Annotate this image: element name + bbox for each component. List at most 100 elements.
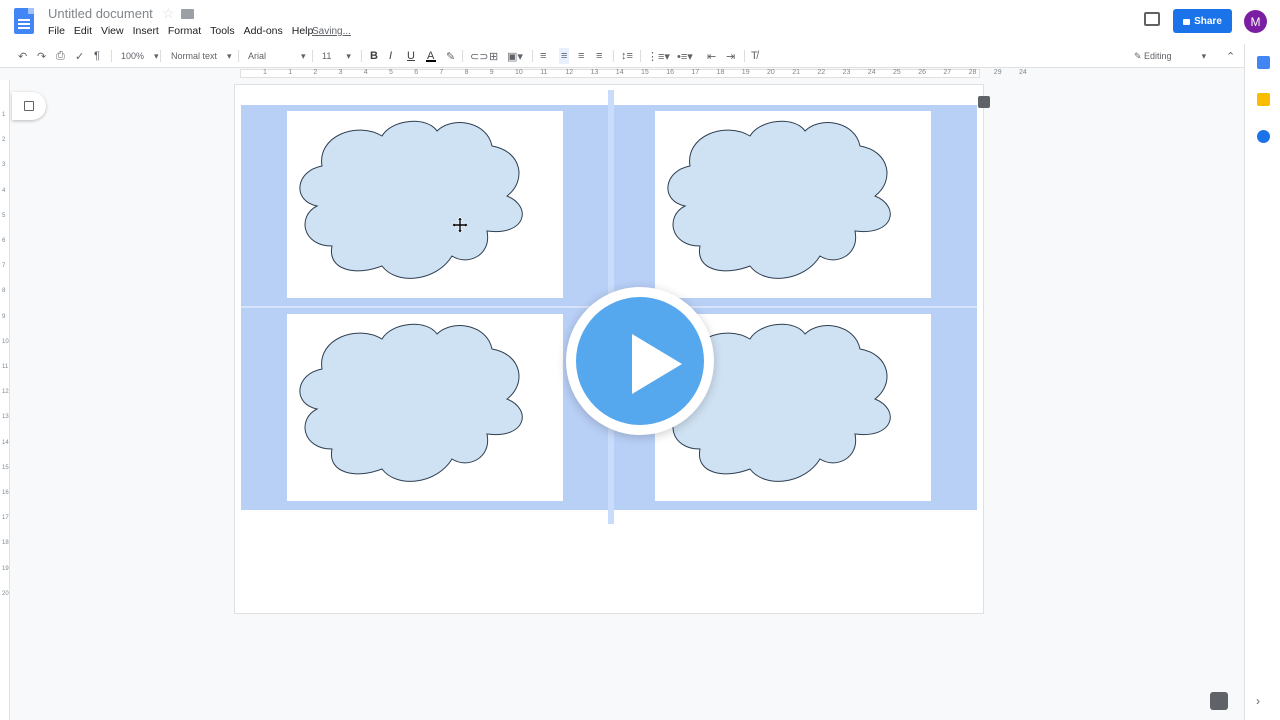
menu-edit[interactable]: Edit	[74, 25, 92, 37]
zoom-select[interactable]: 100% ▾	[121, 48, 159, 64]
ruler-tick-label: 16	[2, 490, 9, 496]
menu-view[interactable]: View	[101, 25, 124, 37]
link-icon[interactable]: ⊂⊃	[470, 48, 488, 64]
keep-icon[interactable]	[1257, 93, 1270, 106]
italic-button[interactable]: I	[389, 48, 392, 64]
docs-logo-icon[interactable]	[14, 8, 34, 34]
line-spacing-icon[interactable]: ↕≡	[621, 48, 633, 64]
ruler-tick-label: 4	[2, 187, 6, 194]
document-outline-button[interactable]	[12, 92, 46, 120]
share-label: Share	[1194, 15, 1222, 27]
avatar[interactable]: M	[1244, 10, 1267, 33]
lock-icon	[1183, 19, 1191, 25]
font-size-value: 11	[322, 51, 332, 61]
share-button[interactable]: Share	[1173, 9, 1232, 33]
side-panel	[1244, 44, 1280, 720]
save-status[interactable]: Saving...	[312, 26, 351, 37]
move-cursor-icon	[452, 217, 468, 233]
ruler-tick-label: 17	[691, 69, 700, 76]
menu-format[interactable]: Format	[168, 25, 201, 37]
comment-history-icon[interactable]	[1144, 12, 1160, 26]
table-cell-cloud-1[interactable]	[287, 111, 563, 298]
zoom-value: 100%	[121, 51, 145, 61]
redo-icon[interactable]: ↷	[37, 48, 46, 64]
spellcheck-icon[interactable]: ✓	[75, 48, 84, 64]
menu-addons[interactable]: Add-ons	[244, 25, 283, 37]
print-icon[interactable]: ⎙	[56, 48, 65, 64]
clear-formatting-icon[interactable]: T̸	[751, 48, 758, 64]
document-title[interactable]: Untitled document	[48, 6, 153, 21]
vertical-ruler[interactable]: 1 2 3 4 5 6 7 8 9 10 11 12 13 14 15 16 17 18 19 20	[0, 80, 10, 720]
menu-file[interactable]: File	[48, 25, 65, 37]
table-cell-cloud-3[interactable]	[287, 314, 563, 501]
ruler-tick-label: 13	[2, 414, 9, 421]
add-comment-icon[interactable]	[978, 96, 990, 108]
ruler-tick-label: 9	[2, 313, 6, 320]
ruler-tick-label: 14	[2, 439, 9, 446]
tasks-icon[interactable]	[1257, 130, 1270, 143]
ruler-tick-label: 5	[389, 69, 393, 76]
ruler-tick-label: 17	[2, 515, 9, 522]
font-value: Arial	[248, 51, 267, 61]
table-cell-cloud-2[interactable]	[655, 111, 931, 298]
underline-button[interactable]: U	[407, 48, 415, 64]
ruler-tick-label: 16	[666, 69, 674, 76]
ruler-tick-label: 5	[2, 212, 6, 219]
ruler-tick-label: 1	[2, 112, 6, 118]
paint-format-icon[interactable]: ¶	[94, 48, 100, 64]
insert-image-icon[interactable]: ▣▾	[507, 48, 523, 64]
cloud-shape	[299, 120, 523, 279]
text-color-swatch	[426, 60, 436, 62]
menu-tools[interactable]: Tools	[210, 25, 235, 37]
outline-icon	[24, 101, 34, 111]
font-select[interactable]: Arial ▾	[248, 48, 306, 64]
horizontal-ruler[interactable]: 1 1 2 3 4 5 6 7 8 9 10 11 12 13 14 15 16 17 18 19 20 21 22 23 24…	[0, 68, 1244, 80]
undo-icon[interactable]: ↶	[18, 48, 27, 64]
toolbar: ↶ ↷ ⎙ ✓ ¶ 100% ▾ Normal text ▾ Arial ▾ 1…	[0, 44, 1244, 68]
ruler-tick-label: 26	[918, 69, 926, 76]
ruler-tick-label: 2	[313, 69, 318, 76]
calendar-icon[interactable]	[1257, 56, 1270, 69]
ruler-tick-label: 9	[489, 69, 494, 76]
highlight-icon[interactable]: ✎	[446, 48, 455, 64]
ruler-tick-label: 7	[2, 263, 6, 270]
ruler-tick-label: 7	[439, 69, 444, 76]
align-center-icon[interactable]: ≡	[559, 48, 570, 64]
ruler-tick-label: 12	[565, 69, 574, 76]
ruler-tick-label: 28	[968, 69, 977, 76]
collapse-toolbar-icon[interactable]: ⌃	[1226, 48, 1235, 64]
ruler-tick-label: 22	[817, 69, 826, 76]
decrease-indent-icon[interactable]: ⇤	[707, 48, 716, 64]
ruler-tick-label: 19	[2, 565, 9, 572]
ruler-tick-label: 15	[2, 464, 9, 471]
menu-bar: File Edit View Insert Format Tools Add-o…	[48, 25, 322, 37]
video-play-button[interactable]	[566, 287, 714, 435]
numbered-list-icon[interactable]: ⋮≡▾	[647, 48, 670, 64]
editing-mode-select[interactable]: ✎ Editing ▾	[1134, 48, 1206, 64]
ruler-tick-label: 8	[464, 69, 469, 76]
bold-button[interactable]: B	[370, 48, 378, 64]
ruler-tick-label: 4	[363, 69, 368, 76]
insert-comment-icon[interactable]: ⊞	[489, 48, 498, 64]
cloud-shape	[667, 120, 891, 279]
style-select[interactable]: Normal text ▾	[171, 48, 232, 64]
increase-indent-icon[interactable]: ⇥	[726, 48, 735, 64]
ruler-tick-label: 2	[2, 137, 6, 144]
bulleted-list-icon[interactable]: •≡▾	[677, 48, 693, 64]
ruler-tick-label: 1	[288, 69, 293, 76]
ruler-tick-label: 3	[2, 162, 6, 169]
align-right-icon[interactable]: ≡	[578, 48, 584, 64]
ruler-tick-label: 20	[2, 590, 9, 597]
menu-help[interactable]: Help	[292, 25, 314, 37]
menu-insert[interactable]: Insert	[133, 25, 159, 37]
style-value: Normal text	[171, 51, 218, 61]
align-justify-icon[interactable]: ≡	[596, 48, 602, 64]
chevron-right-icon[interactable]: ›	[1256, 694, 1260, 708]
explore-icon[interactable]	[1210, 692, 1228, 710]
align-left-icon[interactable]: ≡	[540, 48, 546, 64]
cloud-shape	[299, 323, 523, 482]
star-icon[interactable]: ☆	[162, 5, 175, 22]
folder-icon[interactable]	[181, 9, 194, 19]
font-size-select[interactable]: 11 ▾	[322, 48, 351, 64]
ruler-tick-label: 3	[338, 69, 343, 76]
